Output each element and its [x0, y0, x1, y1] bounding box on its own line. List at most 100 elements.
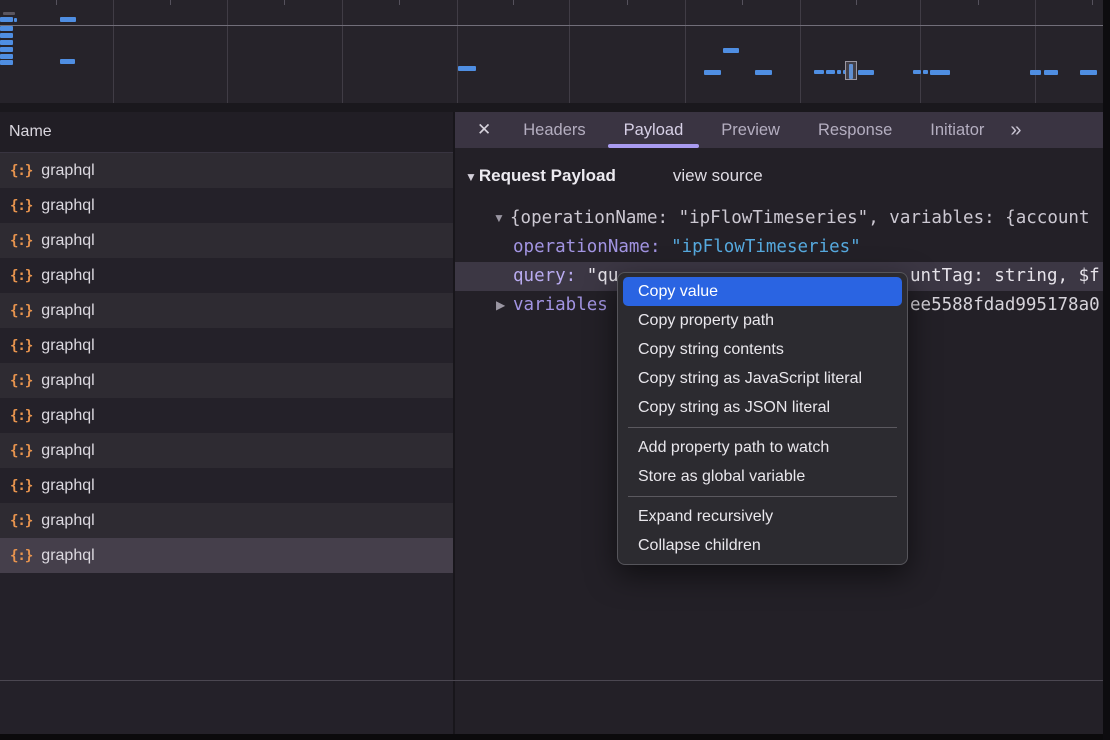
request-row[interactable]: {:} graphql	[0, 433, 453, 468]
timeline-gridline	[800, 0, 801, 103]
request-timing-bar[interactable]	[0, 17, 13, 22]
json-icon: {:}	[10, 513, 32, 529]
menu-item-store-as-global-variable[interactable]: Store as global variable	[623, 462, 902, 491]
request-row[interactable]: {:}graphql	[0, 503, 453, 538]
payload-preview-line[interactable]: {operationName: "ipFlowTimeseries", vari…	[510, 204, 1100, 233]
request-timing-bar[interactable]	[837, 70, 841, 74]
request-row[interactable]: {:}graphql	[0, 223, 453, 258]
request-timing-bar[interactable]	[1030, 70, 1041, 75]
request-timing-bar[interactable]	[826, 70, 835, 74]
tab-response[interactable]: Response	[799, 112, 911, 148]
request-timing-bar[interactable]	[814, 70, 824, 74]
menu-item-collapse-children[interactable]: Collapse children	[623, 531, 902, 560]
request-row[interactable]: {:} graphql	[0, 293, 453, 328]
menu-item-copy-string-contents[interactable]: Copy string contents	[623, 335, 902, 364]
column-header-name-label: Name	[9, 123, 52, 140]
request-timing-bar[interactable]	[0, 54, 13, 59]
request-timing-bar[interactable]	[913, 70, 921, 74]
request-timing-bar[interactable]	[0, 26, 13, 31]
request-timing-bar[interactable]	[0, 33, 13, 38]
json-icon: {:}	[10, 408, 32, 424]
request-timing-bar[interactable]	[1044, 70, 1058, 75]
property-key: variables	[513, 295, 608, 315]
request-timing-bar[interactable]	[923, 70, 928, 74]
tab-initiator[interactable]: Initiator	[911, 112, 1003, 148]
request-name-label: graphql	[41, 197, 94, 215]
request-row[interactable]: {:}graphql	[0, 328, 453, 363]
request-timing-bar[interactable]	[0, 47, 13, 52]
menu-item-expand-recursively[interactable]: Expand recursively	[623, 502, 902, 531]
request-row[interactable]: {:} graphql	[0, 398, 453, 433]
request-name-label: graphql	[41, 302, 94, 320]
request-timing-bar[interactable]	[60, 17, 76, 22]
overflow-chevron-icon[interactable]: »	[1010, 119, 1019, 142]
request-name-label: graphql	[41, 267, 94, 285]
timeline-selection-marker[interactable]	[845, 61, 857, 80]
network-overview-timeline[interactable]	[0, 0, 1110, 103]
timeline-tick	[284, 0, 285, 5]
request-row[interactable]: {:}graphql	[0, 188, 453, 223]
request-timing-bar[interactable]	[755, 70, 772, 75]
json-icon: {:}	[10, 268, 32, 284]
request-name-label: graphql	[41, 372, 94, 390]
timeline-gridline	[113, 0, 114, 103]
request-row[interactable]: {:}graphql	[0, 363, 453, 398]
window-right-edge	[1103, 0, 1110, 740]
column-header-name[interactable]: Name	[0, 112, 453, 153]
request-row[interactable]: {:}graphql	[0, 153, 453, 188]
request-timing-bar[interactable]	[930, 70, 950, 75]
json-icon: {:}	[10, 443, 32, 459]
menu-item-copy-string-as-javascript-literal[interactable]: Copy string as JavaScript literal	[623, 364, 902, 393]
json-icon: {:}	[10, 303, 32, 319]
request-timing-bar[interactable]	[14, 18, 17, 22]
devtools-network-panel: Name {:}graphql{:}graphql{:}graphql{:}gr…	[0, 0, 1110, 740]
timeline-tick	[1092, 0, 1093, 5]
request-timing-bar[interactable]	[704, 70, 721, 75]
expand-triangle-icon[interactable]: ▼	[493, 204, 505, 233]
tab-preview[interactable]: Preview	[702, 112, 799, 148]
request-row[interactable]: {:} graphql	[0, 258, 453, 293]
request-timing-bar[interactable]	[60, 59, 75, 64]
request-timing-bar[interactable]	[723, 48, 739, 53]
variables-row-value-fragment: ee5588fdad995178a0	[910, 291, 1100, 320]
collapse-triangle-icon[interactable]: ▼	[465, 170, 477, 184]
request-list: {:} graphql {:} graphql {:} graphql {:} graphql…	[0, 153, 453, 573]
property-value-left: "qu	[587, 266, 619, 286]
menu-item-copy-property-path[interactable]: Copy property path	[623, 306, 902, 335]
timeline-gridline	[920, 0, 921, 103]
pending-request-bar[interactable]	[3, 12, 15, 15]
view-source-link[interactable]: view source	[673, 166, 763, 186]
timeline-tick	[742, 0, 743, 5]
request-name-label: graphql	[41, 337, 94, 355]
tab-headers[interactable]: Headers	[504, 112, 604, 148]
timeline-gridline	[227, 0, 228, 103]
request-name-label: graphql	[41, 407, 94, 425]
request-row[interactable]: {:}graphql	[0, 538, 453, 573]
timeline-gridline	[685, 0, 686, 103]
request-name-label: graphql	[41, 162, 94, 180]
variables-row[interactable]: variables	[513, 291, 608, 320]
context-menu: Copy valueCopy property pathCopy string …	[617, 272, 908, 565]
requests-panel: Name {:}graphql{:}graphql{:}graphql{:}gr…	[0, 112, 453, 734]
menu-separator	[628, 496, 897, 497]
request-timing-bar[interactable]	[0, 60, 13, 65]
timeline-tick	[56, 0, 57, 5]
menu-item-copy-value[interactable]: Copy value	[623, 277, 902, 306]
menu-item-copy-string-as-json-literal[interactable]: Copy string as JSON literal	[623, 393, 902, 422]
json-icon: {:}	[10, 233, 32, 249]
operation-name-row[interactable]: operationName: "ipFlowTimeseries"	[513, 233, 861, 262]
request-name-label: graphql	[41, 442, 94, 460]
tab-payload[interactable]: Payload	[605, 112, 703, 148]
request-payload-section-header[interactable]: ▼ Request Payload view source	[465, 166, 763, 186]
request-row[interactable]: {:}graphql	[0, 468, 453, 503]
request-timing-bar[interactable]	[1080, 70, 1097, 75]
menu-item-add-property-path-to-watch[interactable]: Add property path to watch	[623, 433, 902, 462]
request-timing-bar[interactable]	[0, 40, 13, 45]
overview-divider	[0, 103, 1110, 112]
close-icon[interactable]: ✕	[477, 120, 491, 140]
query-row[interactable]: query: "qu	[513, 262, 618, 291]
expand-triangle-icon[interactable]: ▶	[496, 291, 505, 320]
request-timing-bar[interactable]	[458, 66, 476, 71]
request-name-label: graphql	[41, 547, 94, 565]
request-timing-bar[interactable]	[858, 70, 874, 75]
